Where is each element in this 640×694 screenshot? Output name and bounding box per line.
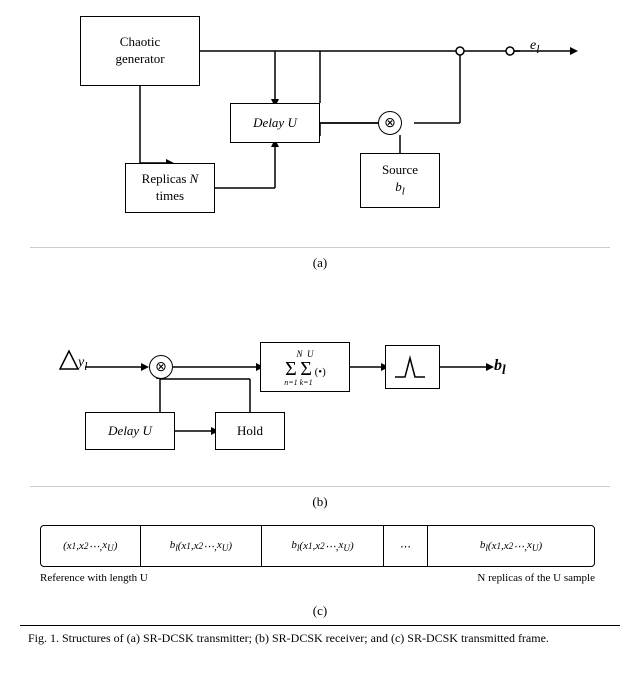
antenna-symbol	[58, 349, 80, 375]
fig-caption-text: Fig. 1. Structures of (a) SR-DCSK transm…	[28, 631, 549, 645]
frame-label-right: N replicas of the U sample	[477, 572, 595, 584]
caption-c: (c)	[313, 603, 327, 619]
multiply-circle-b: ⊗	[149, 355, 173, 379]
caption-b: (b)	[312, 494, 327, 510]
frame-cell-3: bl(x1, x2⋯,xU)	[262, 526, 384, 566]
bl-label-b: bl	[494, 357, 506, 378]
yl-label: yl	[78, 355, 87, 373]
hold-box: Hold	[215, 412, 285, 450]
frame-cell-4: bl(x1, x2⋯,xU)	[428, 526, 594, 566]
source-box: Sourcebl	[360, 153, 440, 208]
fig-caption: Fig. 1. Structures of (a) SR-DCSK transm…	[20, 625, 620, 651]
frame-labels: Reference with length U N replicas of th…	[40, 572, 595, 584]
source-label: Sourcebl	[382, 162, 418, 199]
el-label: el	[530, 38, 539, 56]
chaotic-box: Chaotic generator	[80, 16, 200, 86]
frame-cell-dots: ⋯	[384, 526, 428, 566]
frame-cells: (x1, x2⋯,xU) bl(x1, x2⋯,xU) bl(x1, x2⋯,x…	[40, 525, 595, 567]
replicas-box: Replicas Ntimes	[125, 163, 215, 213]
replicas-label: Replicas Ntimes	[142, 171, 199, 205]
decision-box	[385, 345, 440, 389]
chaotic-label: Chaotic generator	[115, 34, 164, 68]
caption-a: (a)	[313, 255, 327, 271]
frame-label-left: Reference with length U	[40, 572, 148, 584]
multiply-circle-a: ⊗	[378, 111, 402, 135]
diagram-c: (x1, x2⋯,xU) bl(x1, x2⋯,xU) bl(x1, x2⋯,x…	[30, 520, 610, 600]
diagram-a: Chaotic generator Delay U Replicas Ntime…	[30, 8, 610, 248]
delay-box-a: Delay U	[230, 103, 320, 143]
sum-box: N U Σ n=1 Σ k=1 (•)	[260, 342, 350, 392]
delay-box-b: Delay U	[85, 412, 175, 450]
diagram-b: yl ⊗ N U Σ n=1 Σ k=1 (•)	[30, 277, 610, 487]
frame-cell-1: (x1, x2⋯,xU)	[41, 526, 141, 566]
frame-cell-2: bl(x1, x2⋯,xU)	[141, 526, 263, 566]
figure-container: Chaotic generator Delay U Replicas Ntime…	[10, 0, 630, 651]
delay-a-label: Delay U	[253, 115, 297, 132]
